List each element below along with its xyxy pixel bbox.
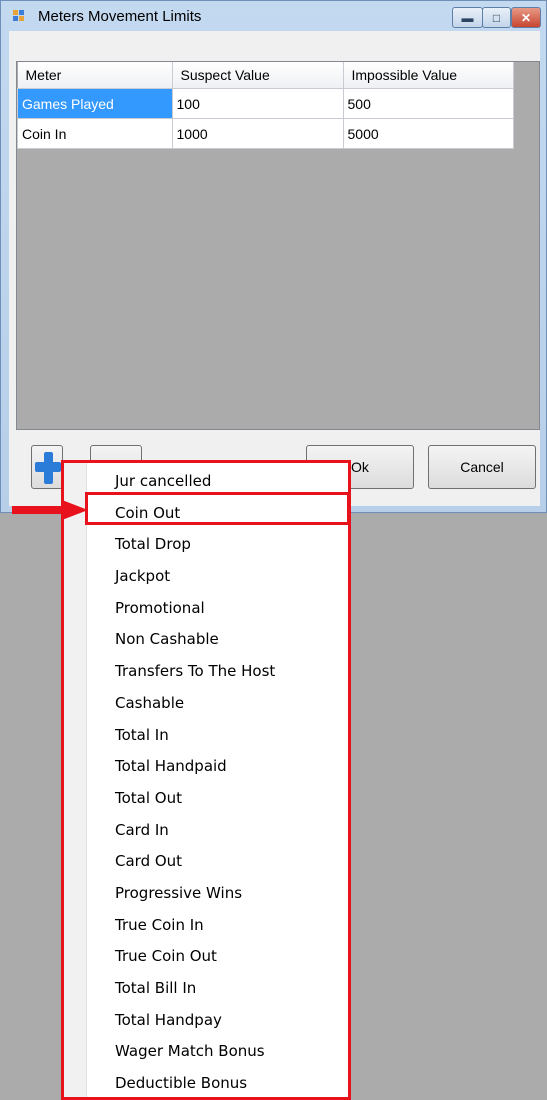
list-item[interactable]: Total Handpay (64, 1005, 348, 1037)
close-button[interactable]: ✕ (511, 7, 541, 28)
list-item[interactable]: Total In (64, 720, 348, 752)
grid-header-row: Meter Suspect Value Impossible Value (17, 62, 514, 89)
cell-meter[interactable]: Coin In (17, 118, 173, 149)
cell-impossible-value[interactable]: 500 (342, 88, 514, 119)
list-item[interactable]: Promotional (64, 593, 348, 625)
window-title: Meters Movement Limits (38, 8, 202, 25)
list-item[interactable]: Non Cashable (64, 624, 348, 656)
table-row[interactable]: Coin In 1000 5000 (17, 118, 514, 149)
column-header-impossible-value[interactable]: Impossible Value (343, 62, 514, 89)
title-bar[interactable]: Meters Movement Limits ▬ □ ✕ (1, 1, 546, 31)
list-item[interactable]: True Coin In (64, 910, 348, 942)
list-item[interactable]: Card In (64, 815, 348, 847)
list-item[interactable]: True Coin Out (64, 941, 348, 973)
meter-dropdown-list[interactable]: Jur cancelled Coin Out Total Drop Jackpo… (61, 460, 351, 1100)
list-item[interactable]: Deductible Bonus (64, 1068, 348, 1097)
plus-icon-horizontal (35, 462, 61, 472)
list-item[interactable]: Cashable (64, 688, 348, 720)
add-button[interactable] (31, 445, 63, 489)
list-item[interactable]: Total Bill In (64, 973, 348, 1005)
column-header-suspect-value[interactable]: Suspect Value (172, 62, 344, 89)
maximize-icon: □ (492, 10, 501, 25)
cell-suspect-value[interactable]: 1000 (171, 118, 344, 149)
list-item[interactable]: Progressive Wins (64, 878, 348, 910)
maximize-button[interactable]: □ (482, 7, 511, 28)
list-item[interactable]: Total Drop (64, 529, 348, 561)
column-header-meter[interactable]: Meter (17, 62, 173, 89)
highlight-box (85, 492, 350, 525)
pointer-arrow-icon (12, 500, 88, 520)
list-item[interactable]: Total Out (64, 783, 348, 815)
list-item[interactable]: Jackpot (64, 561, 348, 593)
list-item[interactable]: Total Handpaid (64, 751, 348, 783)
cell-impossible-value[interactable]: 5000 (342, 118, 514, 149)
cell-meter[interactable]: Games Played (17, 88, 173, 119)
list-item[interactable]: Transfers To The Host (64, 656, 348, 688)
cell-suspect-value[interactable]: 100 (171, 88, 344, 119)
app-icon (13, 10, 27, 24)
meters-grid[interactable]: Meter Suspect Value Impossible Value Gam… (16, 61, 540, 430)
list-item[interactable]: Card Out (64, 846, 348, 878)
minimize-icon: ▬ (461, 10, 474, 25)
close-icon: ✕ (520, 10, 532, 25)
table-row[interactable]: Games Played 100 500 (17, 88, 514, 119)
list-item[interactable]: Wager Match Bonus (64, 1036, 348, 1068)
cancel-button[interactable]: Cancel (428, 445, 536, 489)
minimize-button[interactable]: ▬ (452, 7, 483, 28)
